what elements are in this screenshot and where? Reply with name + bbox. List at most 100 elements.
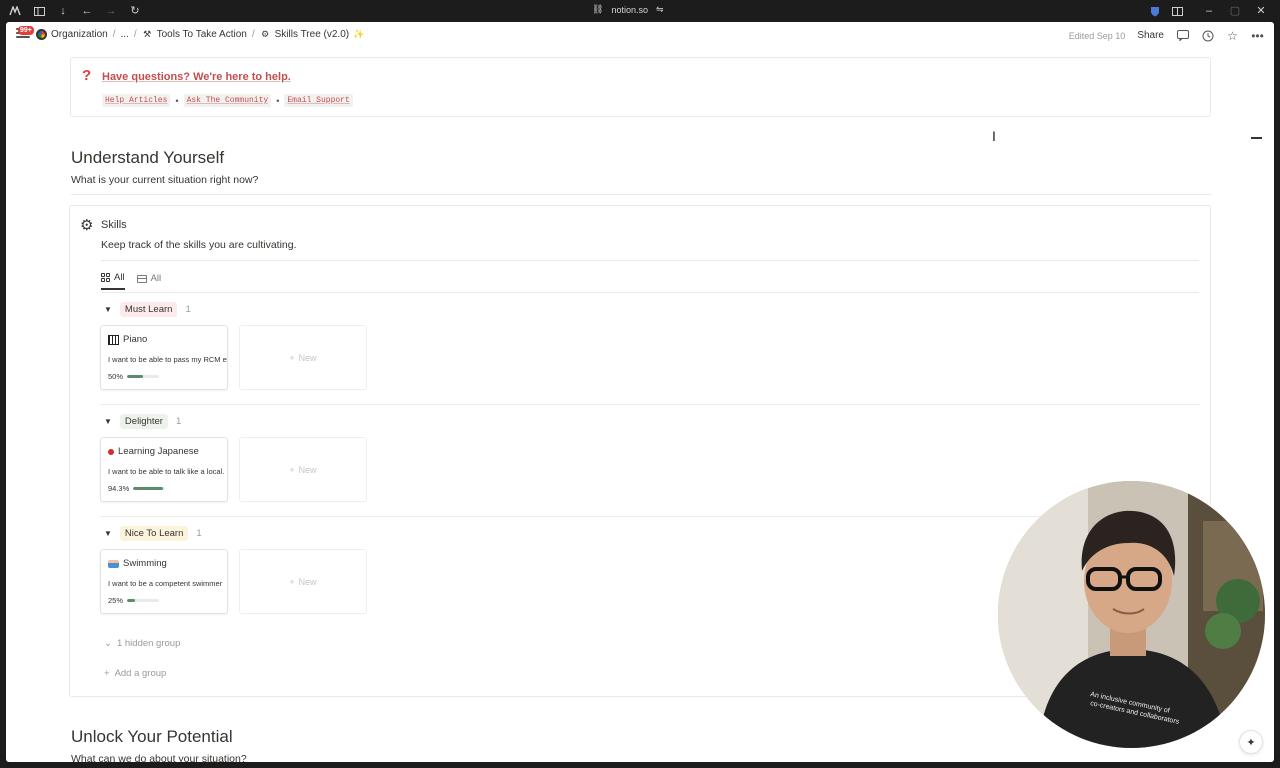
back-icon[interactable]: ← — [80, 4, 94, 18]
arc-logo-icon[interactable] — [8, 4, 22, 18]
hidden-group-label: 1 hidden group — [116, 638, 181, 649]
group-tag: Must Learn — [119, 302, 178, 317]
breadcrumb-label: Organization — [51, 29, 108, 40]
group-count: 1 — [196, 528, 202, 539]
view-tabs: All All — [101, 272, 161, 290]
swimmer-icon — [108, 559, 119, 568]
gears-icon: ⚙ — [261, 29, 270, 39]
ask-community-link[interactable]: Ask The Community — [183, 94, 272, 107]
breadcrumb-label: Skills Tree (v2.0) — [274, 29, 350, 40]
edited-timestamp: Edited Sep 10 — [1068, 30, 1126, 41]
progress-label: 50% — [108, 372, 124, 381]
progress-bar — [127, 599, 160, 602]
group-header-delighter[interactable]: ▼ Delighter 1 — [104, 414, 181, 429]
table-icon — [136, 274, 147, 283]
breadcrumb: Organization / ... / ⚒ Tools To Take Act… — [36, 29, 364, 40]
collapse-triangle-icon[interactable]: ▼ — [104, 529, 112, 538]
ai-assistant-sparkle-icon[interactable]: ✦ — [1239, 730, 1263, 754]
more-options-icon[interactable]: ••• — [1251, 29, 1264, 43]
gallery-icon — [101, 273, 110, 282]
new-card-button[interactable]: + New — [239, 549, 367, 614]
tab-table-all[interactable]: All — [136, 272, 161, 290]
notion-topbar: 99+ Organization / ... / ⚒ Tools To Take… — [6, 22, 1274, 50]
group-tag: Nice To Learn — [119, 526, 189, 541]
reload-icon[interactable]: ↻ — [128, 4, 142, 18]
card-title-text: Swimming — [123, 558, 167, 569]
split-view-icon[interactable] — [1170, 4, 1184, 18]
help-callout-title[interactable]: Have questions? We're here to help. — [102, 71, 291, 83]
plus-icon: + — [289, 464, 295, 475]
help-links: Help Articles • Ask The Community • Emai… — [102, 94, 353, 107]
card-progress: 50% — [108, 372, 160, 381]
breadcrumb-separator: / — [251, 29, 255, 40]
progress-fill — [133, 487, 164, 490]
breadcrumb-organization[interactable]: Organization — [36, 29, 108, 40]
plus-icon: + — [289, 352, 295, 363]
download-icon[interactable]: ↓ — [56, 4, 70, 18]
tab-gallery-all[interactable]: All — [101, 272, 125, 290]
maximize-icon[interactable]: ▢ — [1228, 4, 1242, 18]
breadcrumb-skills-tree[interactable]: ⚙ Skills Tree (v2.0) ✨ — [260, 29, 365, 40]
section-heading-unlock[interactable]: Unlock Your Potential — [71, 727, 233, 747]
browser-toolbar: ↓ ← → ↻ ⛓ notion.so ⇋ – ▢ ✕ — [0, 0, 1280, 22]
progress-bar — [133, 487, 166, 490]
help-articles-link[interactable]: Help Articles — [102, 94, 171, 107]
plus-icon: + — [289, 576, 295, 587]
close-window-icon[interactable]: ✕ — [1254, 4, 1268, 18]
presenter-video: An inclusive community of co-creators an… — [998, 481, 1265, 748]
help-callout: ? Have questions? We're here to help. He… — [70, 57, 1211, 117]
link-icon: ⛓ — [592, 4, 604, 14]
skill-card-swimming[interactable]: Swimming I want to be a competent swimme… — [100, 549, 228, 614]
new-card-button[interactable]: + New — [239, 325, 367, 390]
new-label: New — [298, 576, 317, 587]
group-count: 1 — [185, 304, 191, 315]
sparkle-icon: ✨ — [353, 29, 365, 39]
tools-icon: ⚒ — [143, 29, 152, 39]
progress-bar — [127, 375, 160, 378]
card-title: Piano — [108, 334, 147, 345]
comments-icon[interactable] — [1176, 29, 1189, 42]
collapse-triangle-icon[interactable]: ▼ — [104, 417, 112, 426]
sidebar-toggle-icon[interactable] — [32, 4, 46, 18]
site-settings-icon[interactable]: ⇋ — [656, 4, 664, 15]
section-heading-understand[interactable]: Understand Yourself — [71, 148, 224, 168]
divider — [101, 292, 1199, 293]
forward-icon[interactable]: → — [104, 4, 118, 18]
breadcrumb-tools[interactable]: ⚒ Tools To Take Action — [142, 29, 247, 40]
url-bar[interactable]: ⛓ notion.so ⇋ — [592, 4, 664, 15]
minimize-icon[interactable]: – — [1202, 4, 1216, 18]
question-mark-icon: ? — [82, 67, 92, 84]
outline-indicator[interactable] — [1251, 137, 1262, 139]
group-count: 1 — [175, 416, 182, 427]
group-header-must-learn[interactable]: ▼ Must Learn 1 — [104, 302, 191, 317]
hidden-group-toggle[interactable]: ⌄ 1 hidden group — [104, 638, 180, 649]
email-support-link[interactable]: Email Support — [284, 94, 353, 107]
topbar-actions: Edited Sep 10 Share ☆ ••• — [1068, 29, 1264, 43]
skills-description[interactable]: Keep track of the skills you are cultiva… — [101, 239, 297, 251]
tab-label: All — [114, 272, 125, 283]
favorite-star-icon[interactable]: ☆ — [1226, 29, 1239, 43]
url-text: notion.so — [611, 4, 648, 15]
breadcrumb-ellipsis[interactable]: ... — [120, 29, 128, 40]
collapse-triangle-icon[interactable]: ▼ — [104, 305, 112, 314]
add-group-button[interactable]: + Add a group — [104, 668, 166, 679]
divider — [71, 194, 1211, 195]
section-subheading-unlock[interactable]: What can we do about your situation? — [71, 753, 247, 762]
group-header-nice-to-learn[interactable]: ▼ Nice To Learn 1 — [104, 526, 202, 541]
new-card-button[interactable]: + New — [239, 437, 367, 502]
bitwarden-icon[interactable] — [1148, 4, 1162, 18]
notification-badge: 99+ — [18, 26, 34, 35]
share-button[interactable]: Share — [1137, 30, 1164, 41]
skill-card-piano[interactable]: Piano I want to be able to pass my RCM e… — [100, 325, 228, 390]
divider — [100, 404, 1200, 405]
gear-icon: ⚙ — [80, 217, 94, 234]
card-title-text: Learning Japanese — [118, 446, 199, 457]
new-label: New — [298, 464, 317, 475]
japan-flag-icon — [108, 448, 114, 455]
history-icon[interactable] — [1201, 29, 1214, 42]
progress-label: 94.3% — [108, 484, 130, 493]
skills-title[interactable]: Skills — [101, 219, 127, 231]
section-subheading-understand[interactable]: What is your current situation right now… — [71, 174, 258, 186]
card-description: I want to be able to talk like a local. — [108, 467, 225, 476]
skill-card-japanese[interactable]: Learning Japanese I want to be able to t… — [100, 437, 228, 502]
